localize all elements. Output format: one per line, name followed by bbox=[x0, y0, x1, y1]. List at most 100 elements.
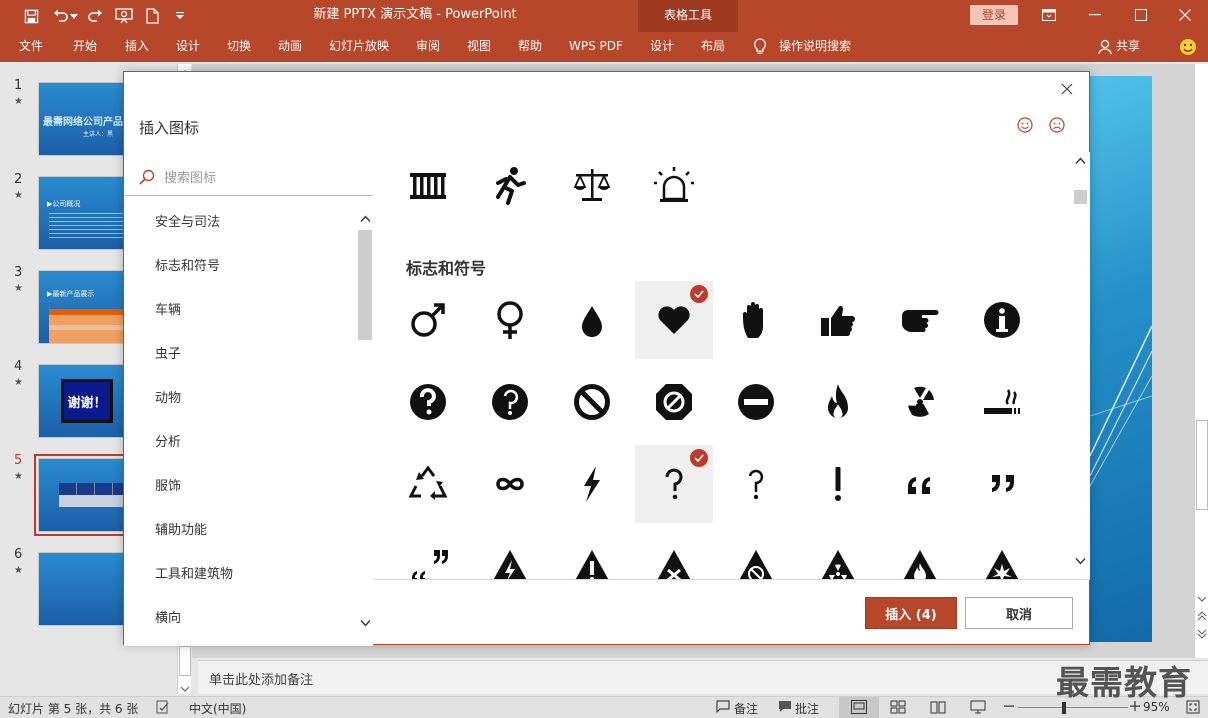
close-icon[interactable] bbox=[1056, 78, 1078, 100]
customize-toolbar-icon[interactable] bbox=[170, 5, 190, 27]
present-from-start-icon[interactable] bbox=[113, 5, 135, 27]
close-window-icon[interactable] bbox=[1162, 0, 1208, 30]
category-item[interactable]: 动物 bbox=[155, 387, 181, 406]
scroll-down-icon[interactable] bbox=[1197, 592, 1207, 602]
male-symbol-icon[interactable] bbox=[389, 281, 467, 359]
previous-slide-icon[interactable] bbox=[1197, 610, 1207, 621]
maximize-icon[interactable] bbox=[1118, 0, 1164, 30]
question-circle-alt-icon[interactable] bbox=[471, 363, 549, 441]
slide-canvas[interactable] bbox=[1090, 76, 1152, 642]
tab-help[interactable]: 帮助 bbox=[518, 32, 542, 62]
tab-review[interactable]: 审阅 bbox=[416, 32, 440, 62]
flammable-warning-icon[interactable] bbox=[881, 527, 959, 579]
open-quote-icon[interactable] bbox=[881, 445, 959, 523]
explosive-warning-icon[interactable] bbox=[963, 527, 1041, 579]
tab-table-layout[interactable]: 布局 bbox=[701, 32, 725, 62]
lightning-icon[interactable] bbox=[553, 445, 631, 523]
scroll-down-icon[interactable] bbox=[180, 682, 190, 692]
scroll-down-icon[interactable] bbox=[1075, 554, 1086, 568]
scroll-up-icon[interactable] bbox=[360, 212, 371, 226]
radiation-icon[interactable] bbox=[881, 363, 959, 441]
icon-grid-scrollbar[interactable] bbox=[1072, 152, 1090, 579]
tab-view[interactable]: 视图 bbox=[467, 32, 491, 62]
octagon-prohibited-icon[interactable] bbox=[635, 363, 713, 441]
water-drop-icon[interactable] bbox=[553, 281, 631, 359]
save-icon[interactable] bbox=[20, 5, 42, 27]
scroll-up-icon[interactable] bbox=[1075, 154, 1086, 168]
smoking-icon[interactable] bbox=[963, 363, 1041, 441]
prohibited-icon[interactable] bbox=[553, 363, 631, 441]
search-input[interactable]: 搜索图标 bbox=[124, 156, 373, 196]
notes-icon[interactable] bbox=[716, 700, 730, 716]
radiation-warning-icon[interactable] bbox=[799, 527, 877, 579]
redo-icon[interactable] bbox=[84, 5, 106, 27]
reading-view-icon[interactable] bbox=[930, 700, 946, 717]
zoom-slider-track[interactable] bbox=[1018, 707, 1128, 708]
minimize-icon[interactable] bbox=[1072, 0, 1118, 30]
tab-table-design[interactable]: 设计 bbox=[650, 32, 674, 62]
tab-design[interactable]: 设计 bbox=[176, 32, 200, 62]
ribbon-display-options-icon[interactable] bbox=[1026, 0, 1072, 30]
comments-icon[interactable] bbox=[778, 700, 792, 716]
question-mark-icon[interactable] bbox=[635, 445, 713, 523]
high-voltage-warning-icon[interactable] bbox=[471, 527, 549, 579]
exclamation-icon[interactable] bbox=[799, 445, 877, 523]
category-item[interactable]: 横向 bbox=[155, 607, 181, 626]
scroll-thumb[interactable] bbox=[179, 646, 191, 676]
language-indicator[interactable]: 中文(中国) bbox=[189, 700, 246, 717]
tab-file[interactable]: 文件 bbox=[19, 32, 43, 62]
scroll-thumb[interactable] bbox=[1074, 190, 1087, 204]
category-item[interactable]: 服饰 bbox=[155, 475, 181, 494]
jail-cell-icon[interactable] bbox=[389, 146, 467, 224]
question-hook-icon[interactable] bbox=[717, 445, 795, 523]
category-item[interactable]: 车辆 bbox=[155, 299, 181, 318]
tab-home[interactable]: 开始 bbox=[73, 32, 97, 62]
category-item[interactable]: 工具和建筑物 bbox=[155, 563, 233, 582]
justice-scale-icon[interactable] bbox=[553, 146, 631, 224]
insert-button[interactable]: 插入 (4) bbox=[865, 597, 957, 629]
frown-feedback-icon[interactable] bbox=[1048, 116, 1066, 134]
tab-slideshow[interactable]: 幻灯片放映 bbox=[329, 32, 389, 62]
flame-icon[interactable] bbox=[799, 363, 877, 441]
stop-hand-icon[interactable] bbox=[717, 281, 795, 359]
share-button[interactable]: 共享 bbox=[1116, 32, 1140, 62]
slideshow-icon[interactable] bbox=[970, 700, 986, 717]
login-button[interactable]: 登录 bbox=[970, 5, 1018, 25]
recycle-icon[interactable] bbox=[389, 445, 467, 523]
feedback-smiley-icon[interactable] bbox=[1179, 38, 1197, 59]
no-smoking-warning-icon[interactable] bbox=[717, 527, 795, 579]
tab-transitions[interactable]: 切换 bbox=[227, 32, 251, 62]
new-file-icon[interactable] bbox=[141, 5, 163, 27]
cancel-button[interactable]: 取消 bbox=[965, 597, 1073, 629]
scroll-thumb[interactable] bbox=[358, 230, 372, 340]
female-symbol-icon[interactable] bbox=[471, 281, 549, 359]
close-quote-icon[interactable] bbox=[963, 445, 1041, 523]
scroll-down-icon[interactable] bbox=[360, 616, 371, 630]
category-item[interactable]: 标志和符号 bbox=[155, 255, 220, 274]
category-item[interactable]: 分析 bbox=[155, 431, 181, 450]
next-slide-icon[interactable] bbox=[1197, 628, 1207, 639]
zoom-out-icon[interactable] bbox=[1004, 700, 1014, 714]
thumbs-up-icon[interactable] bbox=[799, 281, 877, 359]
category-item[interactable]: 辅助功能 bbox=[155, 519, 207, 538]
pointing-hand-icon[interactable] bbox=[881, 281, 959, 359]
category-item[interactable]: 安全与司法 bbox=[155, 211, 220, 230]
notes-toggle[interactable]: 备注 bbox=[734, 700, 758, 717]
smile-feedback-icon[interactable] bbox=[1016, 116, 1034, 134]
infinity-icon[interactable] bbox=[471, 445, 549, 523]
category-scrollbar[interactable] bbox=[357, 204, 373, 646]
category-item[interactable]: 虫子 bbox=[155, 343, 181, 362]
scroll-thumb[interactable] bbox=[1196, 420, 1208, 510]
exclamation-warning-icon[interactable] bbox=[553, 527, 631, 579]
question-circle-icon[interactable] bbox=[389, 363, 467, 441]
slide-sorter-icon[interactable] bbox=[890, 700, 906, 717]
info-icon[interactable] bbox=[963, 281, 1041, 359]
siren-icon[interactable] bbox=[635, 146, 713, 224]
x-warning-icon[interactable] bbox=[635, 527, 713, 579]
tab-wps-pdf[interactable]: WPS PDF bbox=[569, 32, 623, 62]
comments-toggle[interactable]: 批注 bbox=[795, 700, 819, 717]
no-entry-icon[interactable] bbox=[717, 363, 795, 441]
tab-animations[interactable]: 动画 bbox=[278, 32, 302, 62]
heart-icon[interactable] bbox=[635, 281, 713, 359]
spellcheck-icon[interactable] bbox=[156, 700, 170, 717]
